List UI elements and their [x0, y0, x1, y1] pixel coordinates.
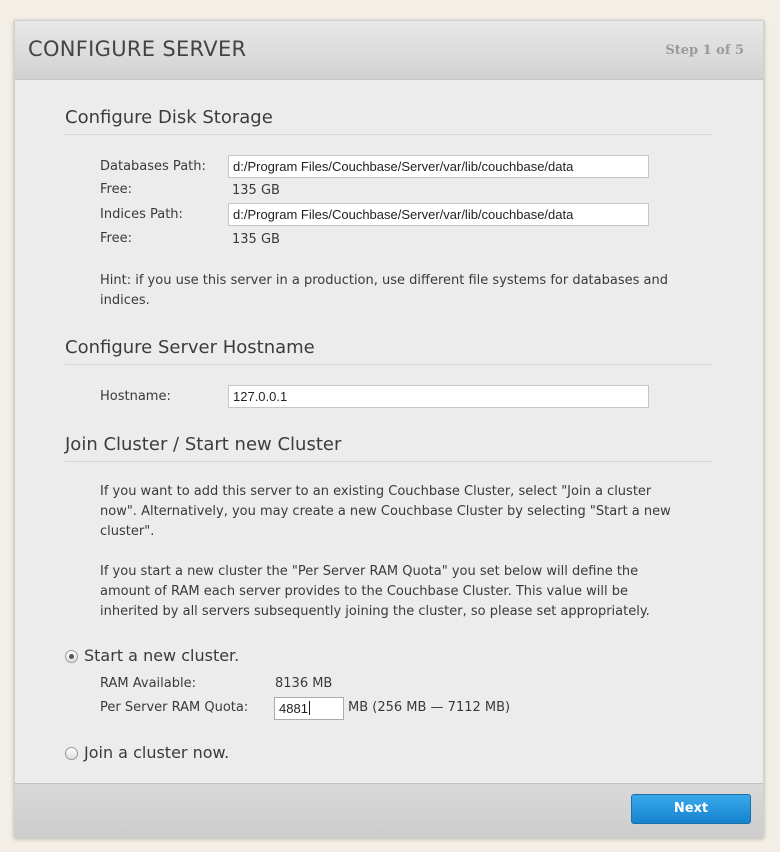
databases-path-label: Databases Path:	[100, 159, 206, 174]
disk-storage-title: Configure Disk Storage	[65, 107, 713, 135]
dialog-footer: Next	[15, 783, 763, 838]
ram-quota-range: MB (256 MB — 7112 MB)	[348, 700, 511, 715]
next-button[interactable]: Next	[631, 794, 751, 824]
indices-free-value: 135 GB	[232, 232, 280, 247]
indices-path-input[interactable]: d:/Program Files/Couchbase/Server/var/li…	[228, 203, 649, 226]
dialog-header: CONFIGURE SERVER Step 1 of 5	[15, 21, 763, 80]
databases-path-input[interactable]: d:/Program Files/Couchbase/Server/var/li…	[228, 155, 649, 178]
step-indicator: Step 1 of 5	[665, 43, 744, 58]
indices-path-label: Indices Path:	[100, 207, 183, 222]
text-cursor	[308, 701, 310, 715]
databases-free-label: Free:	[100, 182, 132, 197]
ram-quota-paragraph: If you start a new cluster the "Per Serv…	[100, 564, 650, 619]
hostname-input[interactable]: 127.0.0.1	[228, 385, 649, 408]
disk-storage-hint: Hint: if you use this server in a produc…	[100, 273, 668, 308]
ram-quota-input[interactable]: 4881	[274, 697, 344, 720]
cluster-intro-paragraph: If you want to add this server to an exi…	[100, 484, 671, 539]
hostname-section-title: Configure Server Hostname	[65, 337, 713, 365]
indices-free-label: Free:	[100, 231, 132, 246]
start-new-cluster-label[interactable]: Start a new cluster.	[84, 646, 239, 665]
ram-available-value: 8136 MB	[275, 676, 333, 691]
ram-quota-label: Per Server RAM Quota:	[100, 700, 249, 715]
configure-server-dialog: CONFIGURE SERVER Step 1 of 5 Configure D…	[14, 20, 764, 838]
start-new-cluster-radio[interactable]	[65, 650, 78, 663]
ram-available-label: RAM Available:	[100, 676, 196, 691]
join-cluster-radio[interactable]	[65, 747, 78, 760]
databases-free-value: 135 GB	[232, 183, 280, 198]
join-cluster-label[interactable]: Join a cluster now.	[84, 743, 229, 762]
cluster-section-title: Join Cluster / Start new Cluster	[65, 434, 713, 462]
ram-quota-value: 4881	[279, 701, 308, 716]
dialog-title: CONFIGURE SERVER	[28, 37, 247, 61]
hostname-label: Hostname:	[100, 389, 171, 404]
